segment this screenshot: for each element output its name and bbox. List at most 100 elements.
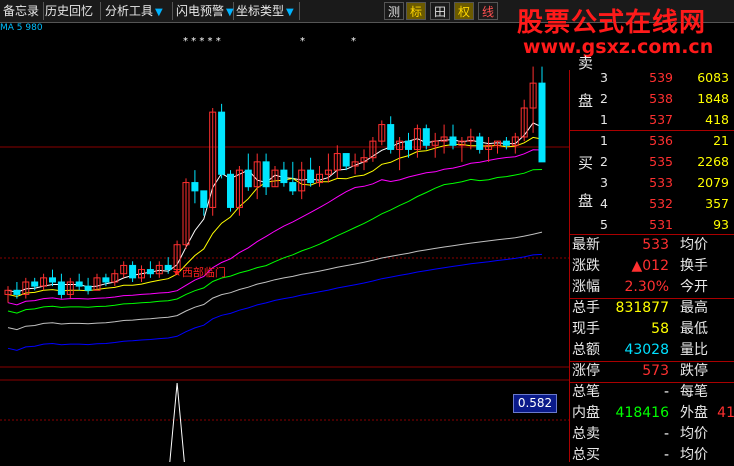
quote-value: - [663, 384, 669, 400]
order-price: 537 [649, 112, 673, 127]
quote-row: 总笔 - 每笔 [570, 382, 734, 403]
candle-body [49, 277, 56, 283]
quote-row: 总买 - 均价 [570, 445, 734, 466]
quote-label-2: 外盘 [680, 405, 708, 421]
quote-row: 涨停 573 跌停 [570, 361, 734, 382]
buy-row[interactable]: 1 536 21 [570, 133, 734, 152]
quote-label: 涨跌 [572, 258, 600, 274]
quote-label-2: 今开 [680, 279, 708, 295]
candle-body [307, 169, 315, 184]
candle-body [502, 140, 510, 146]
toolbar-coord-type-button[interactable]: 坐标类型 ▼ [233, 2, 300, 20]
quote-value: 533 [642, 237, 669, 253]
mark-button[interactable]: 标 [406, 2, 426, 20]
signal-star: * [300, 36, 305, 47]
order-level: 1 [600, 133, 608, 148]
quote-label-2: 跌停 [680, 363, 708, 379]
quote-label: 现手 [572, 321, 600, 337]
buy-row[interactable]: 2 535 2268 [570, 154, 734, 173]
chart-grid [0, 146, 569, 421]
quote-label-2: 每笔 [680, 384, 708, 400]
ma120-line [7, 253, 543, 351]
order-price: 531 [649, 217, 673, 232]
quote-label: 总买 [572, 447, 600, 463]
toolbar-history-button[interactable]: 历史回忆 [42, 2, 101, 20]
quote-row: 总额 43028 量比 [570, 340, 734, 361]
dropdown-arrow-icon: ▼ [155, 7, 163, 18]
toolbar-memo-label: 备忘录 [3, 4, 40, 18]
indicator-line [169, 382, 185, 462]
buy-row[interactable]: 3 533 2079 [570, 175, 734, 194]
quote-value: - [663, 426, 669, 442]
quote-value: 418416 [615, 405, 669, 421]
candle-body [262, 161, 270, 188]
sell-row[interactable]: 1 537 418 [570, 112, 734, 131]
candle-body [289, 182, 297, 192]
quote-label: 涨停 [572, 363, 600, 379]
toolbar-analysis-label: 分析工具 [105, 4, 154, 18]
measure-button[interactable]: 测 [384, 2, 404, 20]
order-volume: 418 [705, 112, 729, 127]
quote-row: 最新 533 均价 [570, 235, 734, 256]
quote-value: ▲012 [631, 258, 670, 274]
order-level: 4 [600, 196, 608, 211]
order-volume: 21 [713, 133, 729, 148]
signal-star: * [351, 36, 356, 47]
candle-body [476, 136, 484, 150]
quote-value: 831877 [615, 300, 669, 316]
toolbar-analysis-tools-button[interactable]: 分析工具 ▼ [102, 2, 173, 20]
order-price: 536 [649, 133, 673, 148]
candle-body [405, 140, 412, 150]
quote-label: 总笔 [572, 384, 600, 400]
toolbar-memo-button[interactable]: 备忘录 [0, 2, 44, 20]
order-level: 2 [600, 154, 608, 169]
quote-label-2: 均价 [680, 447, 708, 463]
quote-label: 总手 [572, 300, 600, 316]
sell-row[interactable]: 3 539 6083 [570, 70, 734, 89]
quote-row: 涨跌 ▲012 换手 [570, 256, 734, 277]
candle-body [449, 136, 457, 146]
candle-body [387, 124, 395, 150]
order-price: 532 [649, 196, 673, 211]
indicator-value: 0.582 [513, 394, 557, 413]
order-volume: 2079 [697, 175, 729, 190]
quote-row: 总手 831877 最高 [570, 298, 734, 319]
quote-value-2: 41 [717, 405, 734, 421]
quote-value: 573 [642, 363, 669, 379]
rights-button[interactable]: 权 [454, 2, 474, 20]
indicator-panel [169, 382, 185, 462]
grid-button[interactable]: 田 [430, 2, 450, 20]
quote-label-2: 换手 [680, 258, 708, 274]
quote-label: 涨幅 [572, 279, 600, 295]
quote-value: 43028 [624, 342, 669, 358]
sell-row[interactable]: 2 538 1848 [570, 91, 734, 110]
order-volume: 1848 [697, 91, 729, 106]
quote-row: 涨幅 2.30% 今开 [570, 277, 734, 298]
order-price: 539 [649, 70, 673, 85]
order-level: 3 [600, 70, 608, 85]
quote-row: 内盘 418416 外盘 41 [570, 403, 734, 424]
order-volume: 93 [713, 217, 729, 232]
candle-body [191, 182, 199, 192]
quote-label-2: 最低 [680, 321, 708, 337]
quote-row: 现手 58 最低 [570, 319, 734, 340]
quote-label: 总卖 [572, 426, 600, 442]
quote-value: 58 [651, 321, 669, 337]
candle-body [218, 111, 226, 175]
kline-chart[interactable]: * * * * * * * ★西部临门 [0, 22, 569, 462]
candle-body [164, 264, 172, 271]
order-volume: 2268 [697, 154, 729, 169]
buy-row[interactable]: 4 532 357 [570, 196, 734, 215]
quote-label-2: 均价 [680, 426, 708, 442]
order-level: 3 [600, 175, 608, 190]
candle-body [75, 281, 83, 287]
line-button[interactable]: 线 [478, 2, 498, 20]
candle-body [13, 289, 21, 295]
toolbar-alert-button[interactable]: 闪电预警 ▼ [173, 2, 234, 20]
order-volume: 357 [705, 196, 729, 211]
quote-label: 总额 [572, 342, 600, 358]
order-level: 1 [600, 112, 608, 127]
order-price: 538 [649, 91, 673, 106]
candle-body [84, 285, 92, 291]
quote-label: 最新 [572, 237, 600, 253]
